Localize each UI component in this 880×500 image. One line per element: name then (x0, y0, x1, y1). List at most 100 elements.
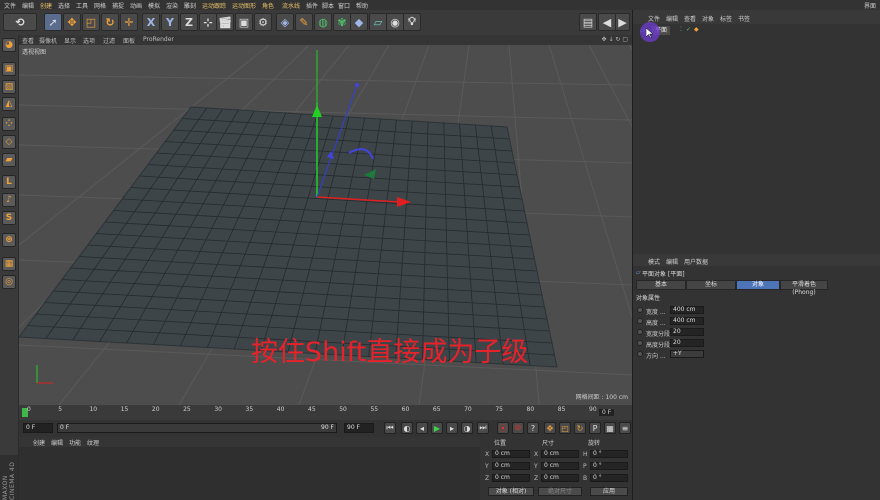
key-pla-button[interactable]: ▦ (604, 422, 616, 434)
object-row-plane[interactable]: ▱ 平面 ⁚ ✓ ◆ (634, 26, 878, 35)
go-to-end-button[interactable]: ⏭ (477, 422, 489, 434)
render-picture-viewer-button[interactable]: ▣ (235, 13, 253, 31)
coord-size-y-field[interactable]: 0 cm (541, 462, 579, 470)
mat-menu-edit[interactable]: 编辑 (51, 438, 63, 447)
om-menu-objects[interactable]: 对象 (702, 14, 714, 23)
perspective-viewport[interactable]: 透视视图 按住Shift直接成为子级 网格间距 : 100 cm (19, 45, 632, 405)
key-scale-button[interactable]: ◰ (559, 422, 571, 434)
camera-button[interactable]: ◉ (386, 13, 404, 31)
vp-menu-filter[interactable]: 过滤 (103, 36, 115, 45)
pen-button[interactable]: ✎ (295, 13, 313, 31)
next-key-button[interactable]: ◑ (461, 422, 473, 434)
y-axis-button[interactable]: Y (161, 13, 179, 31)
menu-sculpt[interactable]: 雕刻 (184, 1, 196, 10)
menu-window[interactable]: 窗口 (338, 1, 350, 10)
menu-simulate[interactable]: 模拟 (148, 1, 160, 10)
menu-mesh[interactable]: 网格 (94, 1, 106, 10)
x-axis-button[interactable]: X (142, 13, 160, 31)
coord-size-mode-dropdown[interactable]: 绝对尺寸 (538, 487, 582, 496)
script-button[interactable]: ▤ (579, 13, 597, 31)
vp-menu-prorender[interactable]: ProRender (143, 36, 174, 43)
edges-mode-button[interactable]: ◇ (2, 135, 16, 149)
coord-rot-b-field[interactable]: 0 ° (590, 474, 628, 482)
menu-tools[interactable]: 工具 (76, 1, 88, 10)
model-mode-button[interactable]: ▣ (2, 62, 16, 76)
prev-key-button[interactable]: ◐ (401, 422, 413, 434)
move-tool-button[interactable]: ✥ (63, 13, 81, 31)
render-settings-button[interactable]: ⚙ (254, 13, 272, 31)
tweak-mode-button[interactable]: ♪ (2, 193, 16, 207)
menu-motion-tracker[interactable]: 运动跟踪 (202, 1, 226, 10)
menu-character[interactable]: 角色 (262, 1, 274, 10)
menu-pipeline[interactable]: 流水线 (282, 1, 300, 10)
menu-select[interactable]: 选择 (58, 1, 70, 10)
play-button[interactable]: ▶ (431, 422, 443, 434)
menu-render[interactable]: 渲染 (166, 1, 178, 10)
timeline-menu-button[interactable]: ≡ (619, 422, 631, 434)
tab-phong[interactable]: 平滑着色(Phong) (780, 280, 828, 296)
om-menu-edit[interactable]: 编辑 (666, 14, 678, 23)
light-button[interactable]: 💡︎ (403, 13, 421, 31)
key-param-button[interactable]: P (589, 422, 601, 434)
polygons-mode-button[interactable]: ▰ (2, 153, 16, 167)
mat-menu-function[interactable]: 功能 (69, 438, 81, 447)
coordinate-system-button[interactable]: ⊹ (199, 13, 217, 31)
workplane-button[interactable]: ◭ (2, 97, 16, 111)
height-segments-field[interactable]: 20 (670, 339, 704, 347)
vp-menu-view[interactable]: 查看 (22, 36, 34, 45)
viewport-nav-icons[interactable]: ✥ ↓ ↻ ▢ (602, 36, 628, 43)
menu-plugins[interactable]: 插件 (306, 1, 318, 10)
om-menu-bookmarks[interactable]: 书签 (738, 14, 750, 23)
mat-menu-texture[interactable]: 纹理 (87, 438, 99, 447)
recent-tool-button[interactable]: ✛ (120, 13, 138, 31)
back-button[interactable]: ◀ (598, 13, 616, 31)
z-axis-button[interactable]: Z (180, 13, 198, 31)
am-menu-userdata[interactable]: 用户数据 (684, 257, 708, 266)
vp-menu-display[interactable]: 显示 (64, 36, 76, 45)
floor-button[interactable]: ▱ (369, 13, 387, 31)
coord-size-x-field[interactable]: 0 cm (541, 450, 579, 458)
tab-object[interactable]: 对象 (736, 280, 780, 290)
orientation-anim-dot[interactable] (637, 351, 643, 357)
orientation-dropdown[interactable]: +Y (670, 350, 704, 358)
cube-button[interactable]: ◈ (276, 13, 294, 31)
height-anim-dot[interactable] (637, 318, 643, 324)
menu-snap[interactable]: 捕捉 (112, 1, 124, 10)
menu-help[interactable]: 帮助 (356, 1, 368, 10)
next-frame-button[interactable]: ▸ (446, 422, 458, 434)
enabled-check-icon[interactable]: ✓ (686, 26, 691, 33)
autokey-button[interactable]: ⦾ (512, 422, 524, 434)
vp-menu-panel[interactable]: 面板 (123, 36, 135, 45)
current-frame-field[interactable]: 0 F (23, 423, 53, 433)
rotate-tool-button[interactable]: ↻ (101, 13, 119, 31)
coord-rot-p-field[interactable]: 0 ° (590, 462, 628, 470)
go-to-start-button[interactable]: ⏮ (384, 422, 396, 434)
menu-file[interactable]: 文件 (4, 1, 16, 10)
coord-pos-x-field[interactable]: 0 cm (492, 450, 530, 458)
menu-mograph[interactable]: 运动图形 (232, 1, 256, 10)
material-manager[interactable]: 创建 编辑 功能 纹理 (19, 437, 480, 500)
om-menu-view[interactable]: 查看 (684, 14, 696, 23)
coord-rot-h-field[interactable]: 0 ° (590, 450, 628, 458)
coord-pos-y-field[interactable]: 0 cm (492, 462, 530, 470)
make-editable-button[interactable]: ◕ (2, 38, 16, 52)
forward-button[interactable]: ▶ (615, 13, 630, 31)
width-anim-dot[interactable] (637, 307, 643, 313)
scale-tool-button[interactable]: ◰ (82, 13, 100, 31)
coord-pos-z-field[interactable]: 0 cm (492, 474, 530, 482)
object-manager[interactable]: 文件 编辑 查看 对象 标签 书签 ▱ 平面 ⁚ ✓ ◆ (632, 10, 880, 254)
am-menu-edit[interactable]: 编辑 (666, 257, 678, 266)
lock-workplane-button[interactable]: ⊛ (2, 233, 16, 247)
snap-button[interactable]: S (2, 211, 16, 225)
record-button[interactable]: ⦿ (497, 422, 509, 434)
tab-basic[interactable]: 基本 (636, 280, 686, 290)
timeline-ruler[interactable]: 0 5 10 15 20 25 30 35 40 45 50 55 60 65 70 75 80 85 90 0 F (19, 405, 632, 420)
am-menu-mode[interactable]: 模式 (648, 257, 660, 266)
array-button[interactable]: ✾ (333, 13, 351, 31)
points-mode-button[interactable]: ⁘ (2, 117, 16, 131)
key-rotation-button[interactable]: ↻ (574, 422, 586, 434)
layout-label[interactable]: 界面 (864, 1, 876, 10)
axis-mode-button[interactable]: L (2, 175, 16, 189)
undo-button[interactable]: ⟲ (3, 13, 37, 31)
menu-animate[interactable]: 动画 (130, 1, 142, 10)
